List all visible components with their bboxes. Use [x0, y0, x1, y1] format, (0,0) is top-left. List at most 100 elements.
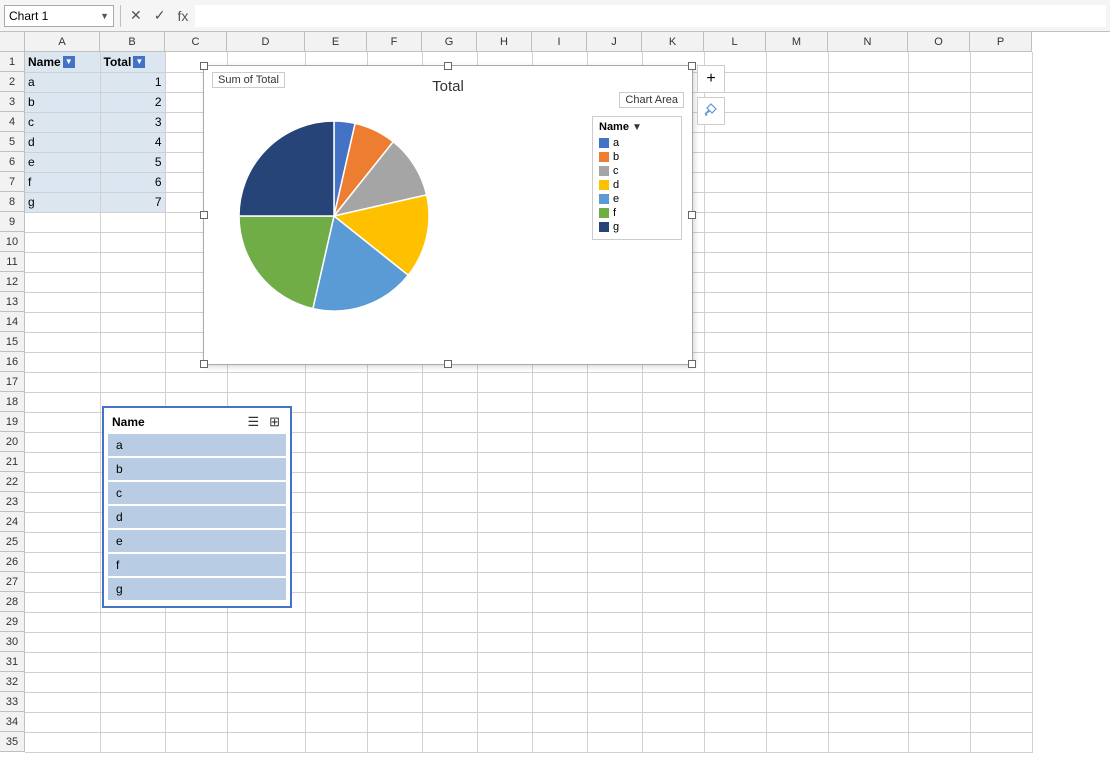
- cell-r21-c16[interactable]: [970, 452, 1032, 472]
- cell-r26-c16[interactable]: [970, 552, 1032, 572]
- row-num-26[interactable]: 26: [0, 552, 25, 572]
- cell-r6-c14[interactable]: [828, 152, 908, 172]
- cell-r5-c14[interactable]: [828, 132, 908, 152]
- cell-r13-c14[interactable]: [828, 292, 908, 312]
- cell-r21-c13[interactable]: [766, 452, 828, 472]
- cell-r28-c15[interactable]: [908, 592, 970, 612]
- cell-r35-c5[interactable]: [305, 732, 367, 752]
- cell-r30-c4[interactable]: [227, 632, 305, 652]
- cell-r20-c13[interactable]: [766, 432, 828, 452]
- cell-r14-c13[interactable]: [766, 312, 828, 332]
- cell-r16-c2[interactable]: [100, 352, 165, 372]
- cell-r3-c16[interactable]: [970, 92, 1032, 112]
- cell-r20-c8[interactable]: [477, 432, 532, 452]
- cell-r19-c15[interactable]: [908, 412, 970, 432]
- cell-r18-c15[interactable]: [908, 392, 970, 412]
- cell-r35-c15[interactable]: [908, 732, 970, 752]
- cell-r31-c16[interactable]: [970, 652, 1032, 672]
- cell-r10-c16[interactable]: [970, 232, 1032, 252]
- row-num-23[interactable]: 23: [0, 492, 25, 512]
- cell-r29-c13[interactable]: [766, 612, 828, 632]
- cell-r27-c13[interactable]: [766, 572, 828, 592]
- resize-tl[interactable]: [200, 62, 208, 70]
- cell-r33-c14[interactable]: [828, 692, 908, 712]
- cell-r4-c16[interactable]: [970, 112, 1032, 132]
- cell-r23-c14[interactable]: [828, 492, 908, 512]
- row-num-24[interactable]: 24: [0, 512, 25, 532]
- cell-r25-c5[interactable]: [305, 532, 367, 552]
- cell-r26-c5[interactable]: [305, 552, 367, 572]
- cell-r25-c11[interactable]: [642, 532, 704, 552]
- filter-item-e[interactable]: e: [108, 530, 286, 552]
- cell-r17-c11[interactable]: [642, 372, 704, 392]
- row-num-12[interactable]: 12: [0, 272, 25, 292]
- cell-r35-c11[interactable]: [642, 732, 704, 752]
- cell-r25-c15[interactable]: [908, 532, 970, 552]
- cell-r2-c1[interactable]: a: [25, 72, 100, 92]
- cell-r9-c13[interactable]: [766, 212, 828, 232]
- row-num-25[interactable]: 25: [0, 532, 25, 552]
- cell-r29-c2[interactable]: [100, 612, 165, 632]
- chart-area-label[interactable]: Chart Area: [619, 92, 684, 108]
- row-num-22[interactable]: 22: [0, 472, 25, 492]
- cell-r7-c12[interactable]: [704, 172, 766, 192]
- cell-r26-c14[interactable]: [828, 552, 908, 572]
- cell-r34-c2[interactable]: [100, 712, 165, 732]
- cell-r28-c12[interactable]: [704, 592, 766, 612]
- cell-r18-c7[interactable]: [422, 392, 477, 412]
- cell-r2-c16[interactable]: [970, 72, 1032, 92]
- col-header-e[interactable]: E: [305, 32, 367, 52]
- cell-r8-c13[interactable]: [766, 192, 828, 212]
- row-num-14[interactable]: 14: [0, 312, 25, 332]
- cell-r18-c12[interactable]: [704, 392, 766, 412]
- cell-r32-c5[interactable]: [305, 672, 367, 692]
- cell-r24-c9[interactable]: [532, 512, 587, 532]
- cell-r4-c2[interactable]: 3: [100, 112, 165, 132]
- cell-r20-c14[interactable]: [828, 432, 908, 452]
- cell-r32-c1[interactable]: [25, 672, 100, 692]
- cell-r18-c14[interactable]: [828, 392, 908, 412]
- col-header-p[interactable]: P: [970, 32, 1032, 52]
- cell-r5-c2[interactable]: 4: [100, 132, 165, 152]
- cell-r19-c8[interactable]: [477, 412, 532, 432]
- cell-r34-c4[interactable]: [227, 712, 305, 732]
- cell-r10-c15[interactable]: [908, 232, 970, 252]
- cell-r33-c5[interactable]: [305, 692, 367, 712]
- row-num-28[interactable]: 28: [0, 592, 25, 612]
- cell-r1-c2[interactable]: Total▼: [100, 52, 165, 72]
- row-num-1[interactable]: 1: [0, 52, 25, 72]
- resize-ml[interactable]: [200, 211, 208, 219]
- cell-r34-c6[interactable]: [367, 712, 422, 732]
- cell-r34-c11[interactable]: [642, 712, 704, 732]
- cell-r15-c12[interactable]: [704, 332, 766, 352]
- cell-r33-c11[interactable]: [642, 692, 704, 712]
- cell-r27-c12[interactable]: [704, 572, 766, 592]
- cell-r30-c1[interactable]: [25, 632, 100, 652]
- cell-r31-c1[interactable]: [25, 652, 100, 672]
- cell-r21-c12[interactable]: [704, 452, 766, 472]
- row-num-18[interactable]: 18: [0, 392, 25, 412]
- cell-r29-c11[interactable]: [642, 612, 704, 632]
- cell-r15-c14[interactable]: [828, 332, 908, 352]
- cell-r17-c14[interactable]: [828, 372, 908, 392]
- resize-bm[interactable]: [444, 360, 452, 368]
- col-header-a[interactable]: A: [25, 32, 100, 52]
- pie-chart-area[interactable]: [234, 116, 454, 336]
- cell-r28-c1[interactable]: [25, 592, 100, 612]
- cell-r32-c3[interactable]: [165, 672, 227, 692]
- cell-r20-c11[interactable]: [642, 432, 704, 452]
- cell-r31-c8[interactable]: [477, 652, 532, 672]
- cell-r10-c2[interactable]: [100, 232, 165, 252]
- add-element-button[interactable]: +: [697, 65, 725, 93]
- cell-r32-c14[interactable]: [828, 672, 908, 692]
- cell-r30-c8[interactable]: [477, 632, 532, 652]
- cell-r33-c12[interactable]: [704, 692, 766, 712]
- cell-r26-c8[interactable]: [477, 552, 532, 572]
- cell-r7-c16[interactable]: [970, 172, 1032, 192]
- filter-item-d[interactable]: d: [108, 506, 286, 528]
- cell-r23-c9[interactable]: [532, 492, 587, 512]
- cell-r25-c1[interactable]: [25, 532, 100, 552]
- cell-r1-c13[interactable]: [766, 52, 828, 72]
- row-num-5[interactable]: 5: [0, 132, 25, 152]
- cell-r32-c13[interactable]: [766, 672, 828, 692]
